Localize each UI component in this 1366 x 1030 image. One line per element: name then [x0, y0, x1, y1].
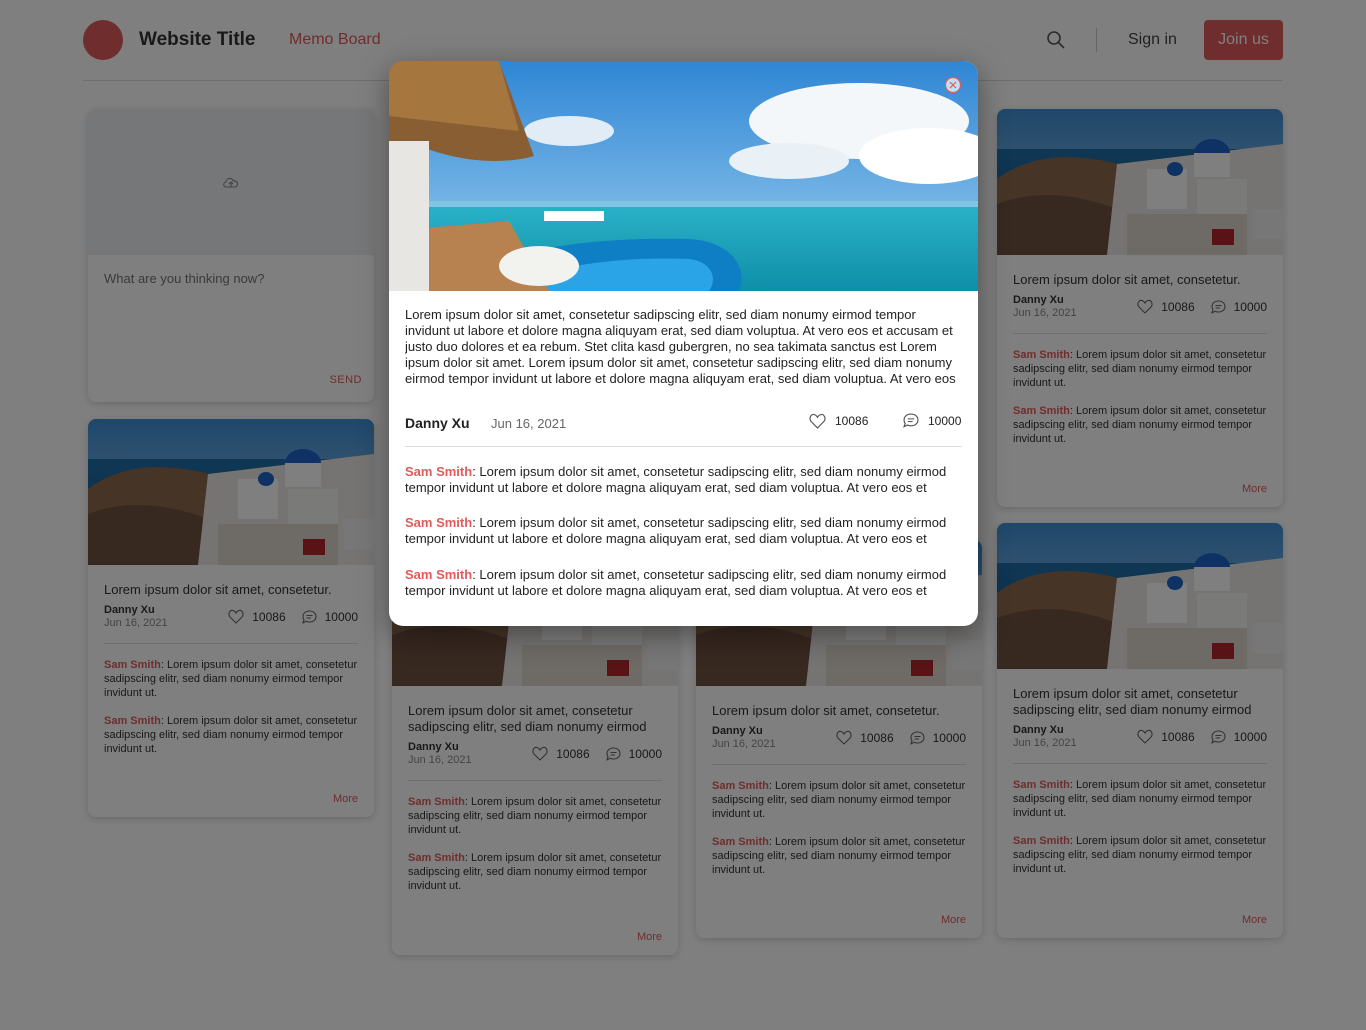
comment-author[interactable]: Sam Smith [405, 567, 472, 582]
close-circle-icon[interactable] [944, 76, 962, 94]
comment-author[interactable]: Sam Smith [405, 515, 472, 530]
comment-count: 10000 [928, 413, 962, 428]
post-date: Jun 16, 2021 [491, 416, 567, 431]
comment: Sam Smith: Lorem ipsum dolor sit amet, c… [405, 567, 962, 599]
post-detail-modal: Lorem ipsum dolor sit amet, consetetur s… [389, 61, 978, 626]
page: Website Title Memo Board Sign in Join us… [0, 0, 1366, 1030]
heart-icon [809, 413, 826, 429]
comment-icon [903, 413, 919, 428]
like-count: 10086 [835, 414, 869, 428]
comment: Sam Smith: Lorem ipsum dolor sit amet, c… [405, 515, 962, 547]
comment-text: : Lorem ipsum dolor sit amet, consetetur… [405, 515, 947, 546]
comment-text: : Lorem ipsum dolor sit amet, consetetur… [405, 567, 947, 598]
post-image [389, 61, 978, 291]
post-body: Lorem ipsum dolor sit amet, consetetur s… [405, 307, 956, 386]
comment-author[interactable]: Sam Smith [405, 464, 472, 479]
post-author[interactable]: Danny Xu [405, 415, 470, 431]
comment-stat[interactable]: 10000 [903, 413, 961, 428]
like-stat[interactable]: 10086 [809, 413, 868, 429]
comment: Sam Smith: Lorem ipsum dolor sit amet, c… [405, 464, 962, 496]
comment-text: : Lorem ipsum dolor sit amet, consetetur… [405, 464, 947, 495]
modal-divider [405, 446, 962, 447]
